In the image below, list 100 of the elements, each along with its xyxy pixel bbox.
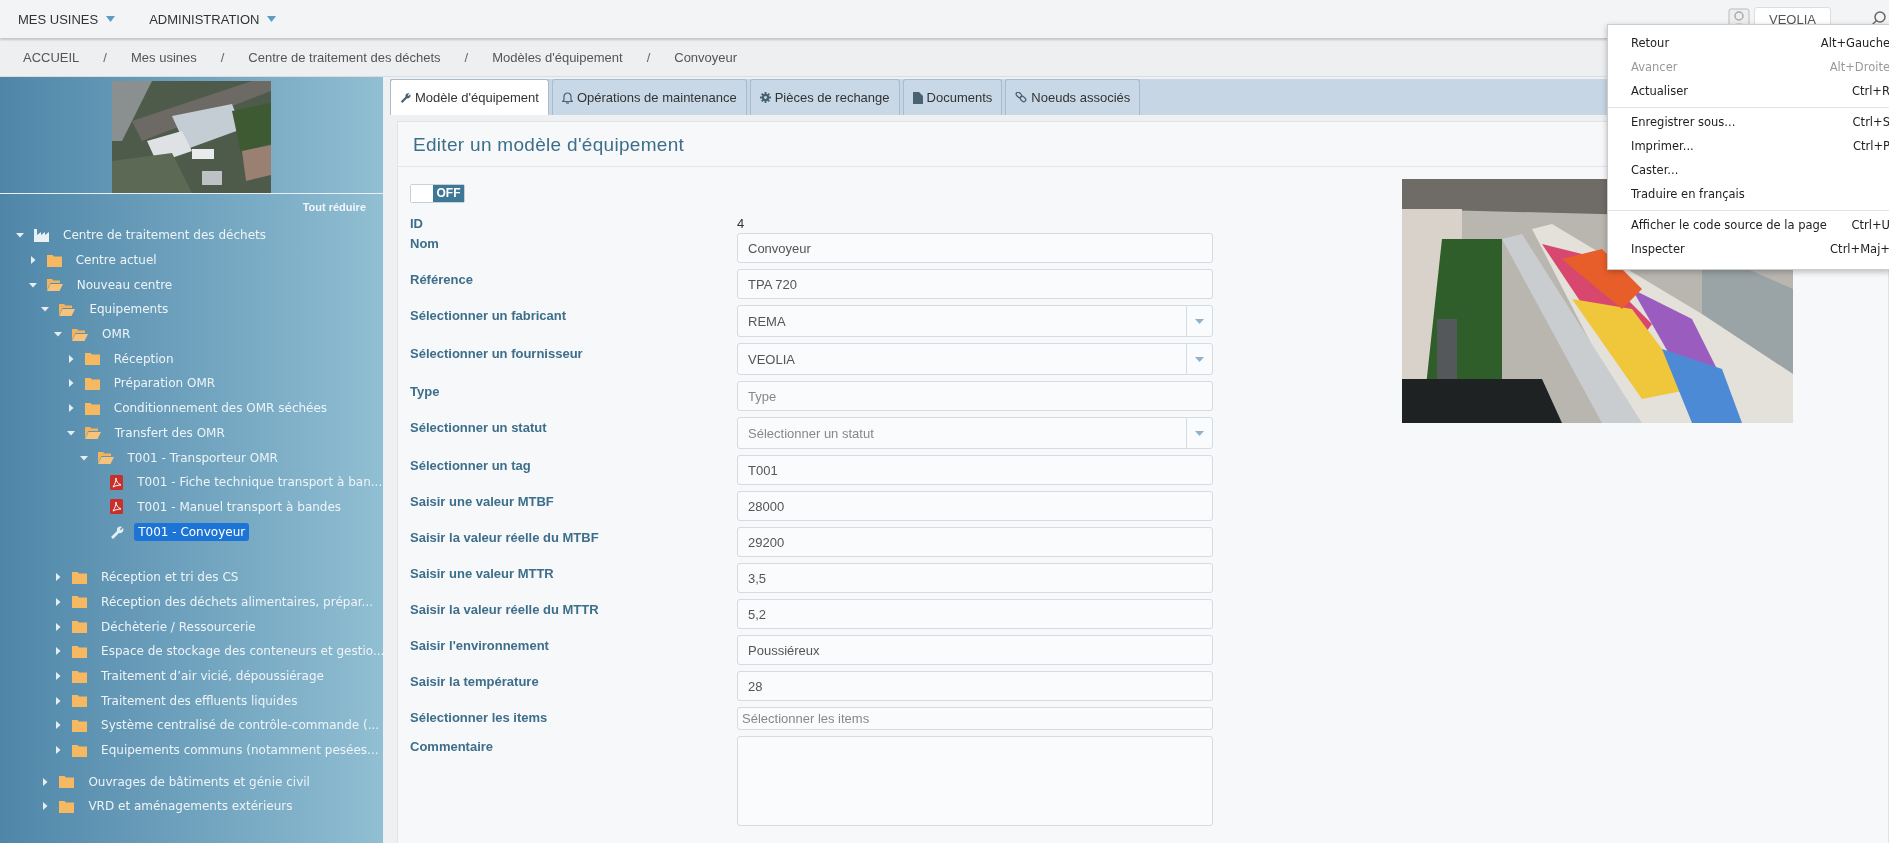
- breadcrumb-link[interactable]: ACCUEIL: [23, 49, 80, 65]
- breadcrumb-link[interactable]: Mes usines: [131, 49, 197, 65]
- open-folder-icon: [46, 278, 63, 292]
- link-icon: [1015, 91, 1028, 104]
- collapsed-arrow-icon[interactable]: [41, 802, 50, 811]
- shortcut-label: Alt+Droite: [1829, 60, 1889, 74]
- breadcrumb-link[interactable]: Centre de traitement des déchets: [248, 49, 441, 65]
- folder-icon: [72, 644, 88, 658]
- pdf-file-icon: [110, 474, 124, 490]
- field-label: Saisir une valeur MTTR: [410, 565, 555, 581]
- field-label: Référence: [410, 271, 474, 287]
- tab[interactable]: Noeuds associés: [1005, 79, 1141, 115]
- tab[interactable]: Opérations de maintenance: [551, 79, 747, 115]
- folder-icon: [72, 620, 88, 634]
- menu-item[interactable]: Traduire en français: [1608, 182, 1889, 206]
- input-field[interactable]: TPA 720: [737, 269, 1213, 299]
- input-field[interactable]: 3,5: [737, 563, 1213, 593]
- field-label: Nom: [410, 235, 440, 251]
- menu-item[interactable]: Retour Alt+Gauche: [1608, 31, 1889, 55]
- open-folder-icon: [59, 302, 76, 316]
- input-field[interactable]: Poussiéreux: [737, 635, 1213, 665]
- folder-icon: [72, 694, 88, 708]
- collapsed-arrow-icon[interactable]: [66, 379, 75, 388]
- menu-item[interactable]: Actualiser Ctrl+R: [1608, 79, 1889, 103]
- select-field[interactable]: Sélectionner un statut: [737, 417, 1213, 449]
- expanded-arrow-icon[interactable]: [79, 453, 88, 462]
- tab[interactable]: Modèle d'équipement: [390, 79, 549, 115]
- field-label: Sélectionner un statut: [410, 419, 548, 435]
- breadcrumb-separator: /: [220, 49, 225, 65]
- shortcut-label: Ctrl+U: [1851, 218, 1889, 232]
- menu-item-label: Afficher le code source de la page: [1631, 218, 1827, 232]
- top-menu[interactable]: MES USINES: [8, 5, 126, 33]
- tab[interactable]: Documents: [902, 79, 1003, 115]
- input-field[interactable]: 28000: [737, 491, 1213, 521]
- search-icon[interactable]: [1871, 11, 1887, 27]
- comment-field[interactable]: [737, 736, 1213, 826]
- folder-icon: [72, 570, 88, 584]
- input-field[interactable]: 29200: [737, 527, 1213, 557]
- field-label: Sélectionner un tag: [410, 457, 532, 473]
- breadcrumb-separator: /: [464, 49, 469, 65]
- field-label: Saisir la valeur réelle du MTBF: [410, 529, 600, 545]
- tags-field[interactable]: Sélectionner les items: [737, 707, 1213, 730]
- folder-icon: [72, 669, 88, 683]
- input-field[interactable]: 28: [737, 671, 1213, 701]
- expanded-arrow-icon[interactable]: [16, 231, 24, 240]
- toggle-switch[interactable]: OFF: [410, 184, 465, 203]
- expanded-arrow-icon[interactable]: [41, 305, 50, 314]
- folder-icon: [84, 401, 100, 415]
- collapsed-arrow-icon[interactable]: [41, 777, 50, 786]
- menu-item-label: Retour: [1631, 36, 1670, 50]
- select-field[interactable]: VEOLIA: [737, 343, 1213, 375]
- field-label: Saisir une valeur MTBF: [410, 493, 555, 509]
- collapsed-arrow-icon[interactable]: [54, 573, 63, 582]
- tab[interactable]: Pièces de rechange: [749, 79, 900, 115]
- field-label: Sélectionner un fabricant: [410, 307, 568, 323]
- select-field[interactable]: REMA: [737, 305, 1213, 337]
- collapsed-arrow-icon[interactable]: [66, 354, 75, 363]
- field-label: Commentaire: [410, 738, 495, 754]
- menu-item[interactable]: Inspecter Ctrl+Maj+: [1608, 237, 1889, 261]
- expanded-arrow-icon[interactable]: [54, 330, 63, 339]
- collapsed-arrow-icon[interactable]: [54, 647, 63, 656]
- menu-item-label: Imprimer...: [1631, 139, 1694, 153]
- menu-item-label: Inspecter: [1631, 242, 1685, 256]
- menu-item-label: Actualiser: [1631, 84, 1689, 98]
- expanded-arrow-icon[interactable]: [66, 428, 75, 437]
- field-label: ID: [410, 215, 424, 231]
- collapsed-arrow-icon[interactable]: [54, 746, 63, 755]
- input-field[interactable]: T001: [737, 455, 1213, 485]
- collapsed-arrow-icon[interactable]: [66, 404, 75, 413]
- top-menu[interactable]: ADMINISTRATION: [139, 5, 287, 33]
- collapsed-arrow-icon[interactable]: [54, 696, 63, 705]
- factory-icon: [34, 228, 49, 242]
- folder-icon: [59, 775, 75, 789]
- collapsed-arrow-icon[interactable]: [54, 672, 63, 681]
- collapsed-arrow-icon[interactable]: [54, 597, 63, 606]
- collapsed-arrow-icon[interactable]: [54, 622, 63, 631]
- field-label: Saisir la valeur réelle du MTTR: [410, 601, 600, 617]
- shortcut-label: Ctrl+P: [1852, 139, 1889, 153]
- breadcrumb-link[interactable]: Convoyeur: [674, 49, 738, 65]
- menu-item[interactable]: Imprimer... Ctrl+P: [1608, 134, 1889, 158]
- caret-icon: [106, 16, 116, 22]
- expanded-arrow-icon[interactable]: [28, 280, 37, 289]
- breadcrumb-link[interactable]: Modèles d'équipement: [492, 49, 623, 65]
- open-folder-icon: [84, 426, 101, 440]
- input-field[interactable]: Convoyeur: [737, 233, 1213, 263]
- gear-icon: [759, 92, 771, 103]
- pdf-file-icon: [110, 499, 124, 515]
- folder-icon: [72, 595, 88, 609]
- collapsed-arrow-icon[interactable]: [54, 721, 63, 730]
- input-field[interactable]: Type: [737, 381, 1213, 411]
- collapsed-arrow-icon[interactable]: [28, 256, 37, 265]
- menu-item[interactable]: Afficher le code source de la page Ctrl+U: [1608, 213, 1889, 237]
- document-icon: [912, 91, 923, 104]
- menu-item-label: Traduire en français: [1631, 187, 1745, 201]
- folder-icon: [84, 376, 100, 390]
- tree-item[interactable]: T001 - Convoyeur: [134, 522, 250, 541]
- input-field[interactable]: 5,2: [737, 599, 1213, 629]
- field-label: Sélectionner les items: [410, 709, 549, 725]
- menu-item-label: Avancer: [1631, 60, 1678, 74]
- caret-icon: [267, 16, 277, 22]
